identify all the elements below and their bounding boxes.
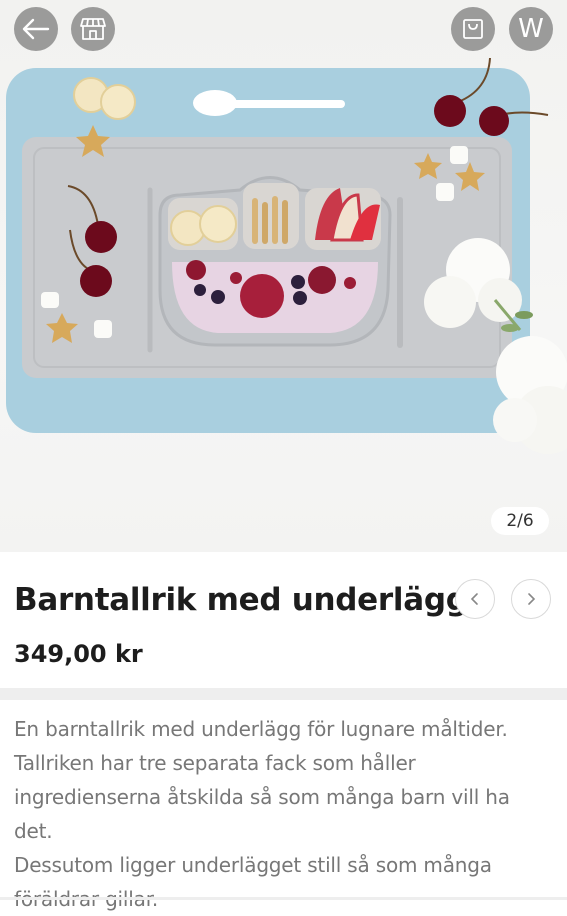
product-title: Barntallrik med underlägg — [14, 582, 468, 618]
account-button[interactable]: W — [509, 7, 553, 51]
chevron-left-icon — [470, 593, 478, 605]
shopping-bag-icon — [463, 19, 483, 39]
product-image-gallery[interactable]: W 2/6 — [0, 0, 567, 552]
description-line: Tallriken har tre separata fack som håll… — [14, 751, 416, 775]
arrow-left-icon — [22, 18, 50, 40]
product-price: 349,00 kr — [14, 640, 143, 668]
previous-image-button[interactable] — [455, 579, 495, 619]
next-image-button[interactable] — [511, 579, 551, 619]
spoon — [230, 100, 345, 108]
description-line: Dessutom ligger underlägget still så som… — [14, 853, 492, 877]
account-letter: W — [518, 14, 544, 44]
storefront-icon — [80, 18, 106, 40]
product-description: En barntallrik med underlägg för lugnare… — [14, 712, 554, 916]
image-counter: 2/6 — [491, 507, 549, 535]
section-divider — [0, 688, 567, 700]
store-button[interactable] — [71, 7, 115, 51]
description-line: ingredienserna åtskilda så som många bar… — [14, 785, 510, 843]
cart-button[interactable] — [451, 7, 495, 51]
chevron-right-icon — [528, 593, 536, 605]
product-photo — [6, 57, 567, 454]
back-button[interactable] — [14, 7, 58, 51]
description-line: En barntallrik med underlägg för lugnare… — [14, 717, 508, 741]
